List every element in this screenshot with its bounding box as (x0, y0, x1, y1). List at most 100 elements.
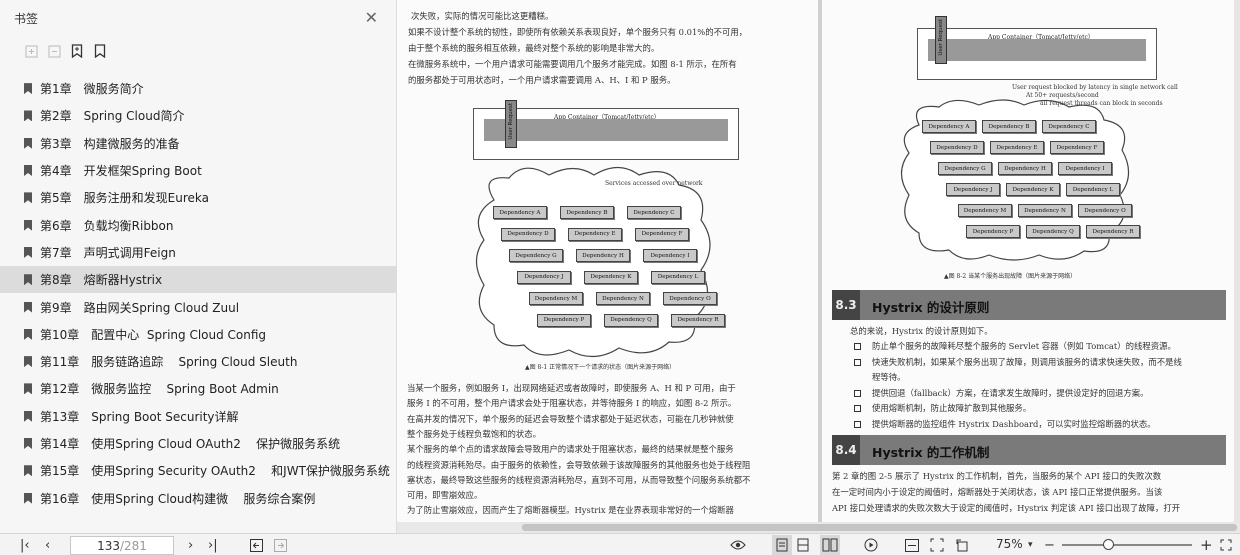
reading-mode-eye-icon[interactable] (730, 535, 746, 555)
chapter-item[interactable]: 第3章 构建微服务的准备 (0, 130, 397, 157)
next-page-icon[interactable]: › (188, 535, 193, 555)
dependency-box: Dependency Q (1026, 225, 1080, 238)
close-icon[interactable]: ✕ (365, 10, 378, 26)
chapter-item[interactable]: 第10章 配置中心 Spring Cloud Config (0, 321, 397, 348)
bullet-text: 快速失败机制，如果某个服务出现了故障，则调用该服务的请求快速失败，而不是线 (872, 356, 1182, 367)
chapter-number: 第5章 (40, 191, 72, 206)
text-line: 整个服务处于线程负载饱和的状态。 (407, 428, 541, 439)
zoom-in-button[interactable]: + (1200, 535, 1213, 555)
dependency-box: Dependency L (1066, 183, 1120, 196)
dependency-box: Dependency C (1042, 120, 1096, 133)
chapter-title: 使用Spring Security OAuth2 和JWT保护微服务系统 (91, 464, 390, 479)
forward-icon[interactable] (274, 535, 287, 555)
text-line: 的线程资源消耗殆尽。由于服务的依赖性，会导致依赖于该故障服务的其他服务也处于线程… (407, 459, 751, 470)
rotate-icon[interactable] (955, 535, 969, 555)
blocked-note-line: At 50+ requests/second (1026, 92, 1099, 99)
last-page-icon[interactable]: ›| (208, 535, 218, 555)
dependency-box: Dependency F (635, 227, 689, 241)
bullet-text: 使用熔断机制，防止故障扩散到其他服务。 (872, 403, 1032, 413)
chapter-item[interactable]: 第6章 负载均衡Ribbon (0, 211, 397, 238)
dependency-box: Dependency P (966, 225, 1020, 238)
chapter-item[interactable]: 第13章 Spring Boot Security详解 (0, 403, 397, 430)
dependency-box: Dependency F (1050, 141, 1104, 154)
text-line: 塞状态，最终导致这些服务的线程资源消耗殆尽，直到不可用，从而导致整个问服务系统都… (407, 474, 751, 485)
dependency-box: Dependency A (922, 120, 976, 133)
app-container-right: App Container（Tomcat/Jetty/etc） (917, 28, 1157, 80)
expand-all-icon[interactable] (24, 44, 38, 58)
two-page-icon[interactable] (820, 535, 840, 555)
chapter-item[interactable]: 第7章 声明式调用Feign (0, 239, 397, 266)
scroll-thumb[interactable] (522, 524, 1237, 531)
dependency-box: Dependency E (568, 227, 622, 241)
fit-page-icon[interactable] (930, 535, 944, 555)
user-request-left: User Request (505, 100, 517, 148)
horizontal-scrollbar[interactable] (397, 522, 1240, 533)
first-page-icon[interactable]: |‹ (20, 535, 30, 555)
chapter-item[interactable]: 第1章 微服务简介 (0, 75, 397, 102)
chapter-number: 第12章 (40, 382, 80, 397)
zoom-level[interactable]: 75% (996, 537, 1023, 551)
chapter-number: 第8章 (40, 273, 72, 288)
dependency-box: Dependency K (1006, 183, 1060, 196)
dependency-box: Dependency D (930, 141, 984, 154)
chapter-item[interactable]: 第15章 使用Spring Security OAuth2 和JWT保护微服务系统 (0, 457, 397, 484)
dependency-box: Dependency I (1058, 162, 1112, 175)
dependency-box: Dependency L (651, 270, 705, 284)
vertical-scrollbar[interactable] (1234, 0, 1240, 522)
chapter-item[interactable]: 第14章 使用Spring Cloud OAuth2 保护微服务系统 (0, 430, 397, 457)
chapter-item[interactable]: 第16章 使用Spring Cloud构建微 服务综合案例 (0, 484, 397, 511)
text-line: 为了防止雪崩效应，因而产生了熔断器模型。Hystrix 是在业界表现非常好的一个… (407, 505, 734, 516)
bookmark-icon (24, 246, 32, 258)
dependency-box: Dependency J (946, 183, 1000, 196)
dependency-box: Dependency P (537, 313, 591, 327)
single-page-icon[interactable] (772, 535, 792, 555)
zoom-dropdown-icon[interactable]: ▾ (1028, 535, 1033, 555)
bottom-toolbar: |‹ ‹ 133/281 › ›| 75% ▾ − + (0, 533, 1240, 555)
bullet-marker (854, 343, 861, 350)
play-icon[interactable] (864, 535, 878, 555)
back-icon[interactable] (250, 535, 263, 555)
text-line: 当某一个服务，例如服务 I，出现网络延迟或者故障时，即使服务 A、H 和 P 可… (407, 383, 736, 393)
chapter-number: 第7章 (40, 245, 72, 260)
dependency-box: Dependency O (1078, 204, 1132, 217)
text-line: 由于整个系统的服务相互依赖，最终对整个系统的影响是非常大的。 (408, 43, 660, 53)
bookmark-icon (24, 465, 32, 477)
bookmark-icon (24, 110, 32, 122)
bookmark-icon (24, 83, 32, 95)
page-number-field[interactable]: 133/281 (70, 536, 174, 555)
fit-width-icon[interactable] (905, 535, 919, 555)
blocked-note-line: User request blocked by latency in singl… (1012, 84, 1178, 91)
chapter-number: 第3章 (40, 136, 72, 151)
continuous-page-icon[interactable] (797, 535, 809, 555)
chapter-item[interactable]: 第8章 熔断器Hystrix (0, 266, 397, 294)
chapter-item[interactable]: 第11章 服务链路追踪 Spring Cloud Sleuth (0, 348, 397, 375)
chapter-number: 第15章 (40, 464, 80, 479)
document-viewer[interactable]: 次失败，实际的情况可能比这更糟糕。 如果不设计整个系统的韧性，即使所有依赖关系表… (397, 0, 1240, 533)
page-right: App Container（Tomcat/Jetty/etc） User Req… (822, 0, 1234, 522)
chapter-item[interactable]: 第9章 路由网关Spring Cloud Zuul (0, 293, 397, 320)
dependency-box: Dependency G (509, 249, 563, 262)
chapter-item[interactable]: 第12章 微服务监控 Spring Boot Admin (0, 375, 397, 402)
collapse-all-icon[interactable] (47, 44, 61, 58)
section-8-3-intro: 总的来说，Hystrix 的设计原则如下。 (850, 326, 993, 336)
chapter-title: 使用Spring Cloud构建微 服务综合案例 (91, 491, 316, 506)
text-line: 次失败，实际的情况可能比这更糟糕。 (411, 11, 554, 21)
user-request-label: User Request (938, 19, 944, 56)
zoom-slider[interactable] (1062, 544, 1192, 546)
dependency-box: Dependency D (501, 227, 555, 241)
add-bookmark-icon[interactable] (70, 44, 84, 58)
bookmark-icon (24, 356, 32, 368)
prev-page-icon[interactable]: ‹ (45, 535, 50, 555)
zoom-out-button[interactable]: − (1044, 535, 1055, 555)
text-line: 在一定时间内小于设定的阈值时，熔断器处于关闭状态，该 API 接口正常提供服务。… (832, 487, 1163, 497)
bookmark-settings-icon[interactable] (93, 44, 107, 58)
fullscreen-icon[interactable] (1220, 535, 1232, 555)
bullet-text: 提供回退（fallback）方案，在请求发生故障时，提供设定好的回退方案。 (872, 387, 1149, 398)
blocked-note-line: all request threads can block in seconds (1040, 100, 1163, 107)
zoom-slider-handle[interactable] (1103, 539, 1114, 550)
chapter-item[interactable]: 第5章 服务注册和发现Eureka (0, 184, 397, 211)
chapter-item[interactable]: 第2章 Spring Cloud简介 (0, 102, 397, 129)
chapter-title: 配置中心 Spring Cloud Config (91, 327, 267, 342)
chapter-item[interactable]: 第4章 开发框架Spring Boot (0, 157, 397, 184)
chapter-title: Spring Cloud简介 (83, 109, 185, 124)
